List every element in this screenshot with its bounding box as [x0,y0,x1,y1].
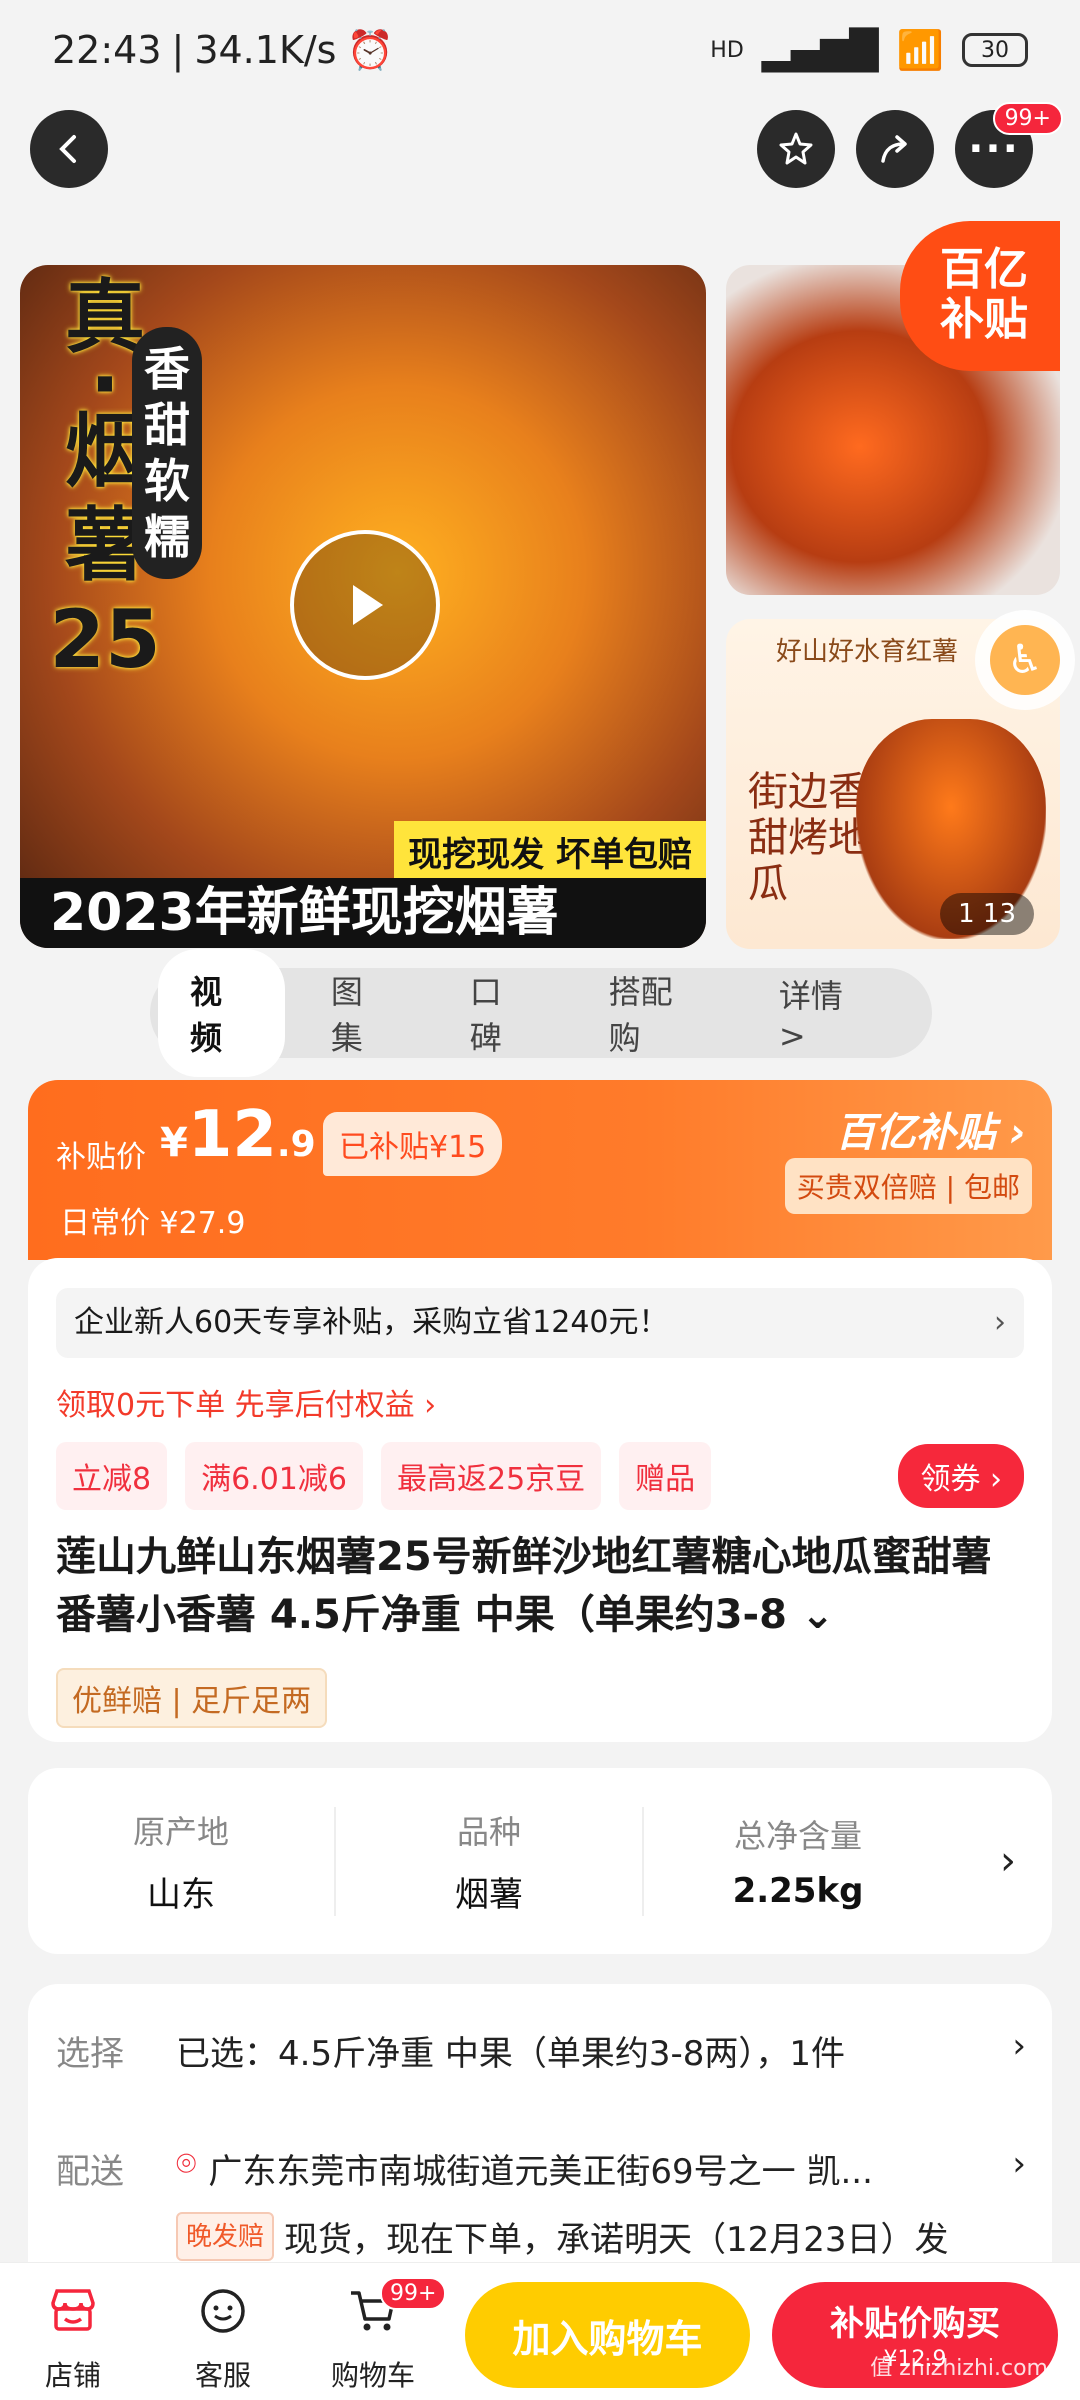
tab-reviews[interactable]: 口碑 [440,949,563,1077]
accessibility-button[interactable]: ♿ [975,610,1075,710]
enterprise-notice[interactable]: 企业新人60天专享补贴，采购立省1240元！ › [56,1288,1024,1358]
product-gallery[interactable]: 真 · 烟 薯 25 香 甜 软 糯 现挖现发 坏单包赔 2023年新鲜现挖烟薯… [20,221,1060,950]
attributes-card[interactable]: 原产地 山东 品种 烟薯 总净含量 2.25kg › [28,1768,1052,1954]
coupon-item[interactable]: 立减8 [56,1442,168,1510]
play-icon [353,585,383,625]
product-title[interactable]: 莲山九鲜山东烟薯25号新鲜沙地红薯糖心地瓜蜜甜薯番薯小香薯 4.5斤净重 中果（… [56,1528,1026,1644]
late-delivery-badge: 晚发赔 [176,2212,275,2261]
coupon-item[interactable]: 最高返25京豆 [380,1442,602,1510]
play-button[interactable] [290,530,440,680]
location-pin-icon: ⌾ [176,2144,197,2184]
price-label: 补贴价 [56,1140,146,1175]
signal-icon: ▂▄▆█ [761,28,879,72]
price-value: ¥12.9 [160,1098,316,1172]
subsidized-amount: 已补贴¥15 [323,1112,503,1176]
chevron-right-icon[interactable]: › [1000,1838,1016,1884]
subsidy-guarantee: 买贵双倍赔 | 包邮 [784,1158,1032,1214]
main-caption: 2023年新鲜现挖烟薯 [20,878,706,948]
subsidy-brand-link[interactable]: 百亿补贴 › [836,1100,1026,1158]
price-card: 补贴价 ¥12.9 已补贴¥15 日常价 ¥27.9 百亿补贴 › 买贵双倍赔 … [28,1080,1052,1260]
media-tabs: 视频 图集 口碑 搭配购 详情 > [150,949,932,1077]
attr-origin: 原产地 山东 [28,1806,336,1916]
main-tag: 香 甜 软 糯 [132,327,202,579]
cart-button[interactable]: 99+ 购物车 [318,2277,447,2394]
status-bar: 22:43 | 34.1K/s ⏰ HD ▂▄▆█ 📶 30 [0,0,1080,100]
daily-price: 日常价 ¥27.9 [60,1206,246,1241]
tab-gallery[interactable]: 图集 [301,949,424,1077]
chevron-right-icon: › [994,1305,1006,1340]
product-info-card: 企业新人60天专享补贴，采购立省1240元！ › 领取0元下单 先享后付权益 ›… [28,1258,1052,1742]
chevron-right-icon: › [1012,2144,1026,2184]
customer-service-button[interactable]: 客服 [168,2281,278,2394]
coupon-item[interactable]: 满6.01减6 [185,1442,363,1510]
chevron-right-icon: › [1012,2026,1026,2066]
select-row[interactable]: 选择 已选：4.5斤净重 中果（单果约3-8两），1件 › [56,2026,1026,2075]
main-promo-text: 现挖现发 坏单包赔 [394,821,706,882]
delivery-note: 晚发赔 现货，现在下单，承诺明天（12月23日）发 [176,2212,1036,2261]
more-badge: 99+ [992,102,1063,135]
coupon-list: 立减8 满6.01减6 最高返25京豆 赠品 [56,1442,712,1510]
credit-pay-link[interactable]: 领取0元下单 先享后付权益 › [56,1380,436,1424]
star-icon [779,132,813,165]
status-time: 22:43 [52,28,162,72]
main-video-image[interactable]: 真 · 烟 薯 25 香 甜 软 糯 现挖现发 坏单包赔 2023年新鲜现挖烟薯 [20,265,706,948]
chat-face-icon [201,2289,245,2333]
selection-card: 选择 已选：4.5斤净重 中果（单果约3-8两），1件 › 配送 ⌾ 广东东莞市… [28,1984,1052,2284]
coupon-item[interactable]: 赠品 [619,1442,712,1510]
tab-video[interactable]: 视频 [158,949,285,1077]
store-icon [51,2289,95,2331]
get-coupon-button[interactable]: 领券 › [898,1444,1024,1508]
add-to-cart-button[interactable]: 加入购物车 [465,2282,750,2388]
wifi-icon: 📶 [896,27,944,72]
accessibility-icon: ♿ [990,625,1060,695]
back-button[interactable] [30,110,108,188]
thumbnail-2-slogan: 街边香甜烤地瓜 [748,769,868,907]
buy-now-button[interactable]: 补贴价购买 ¥12.9 值 zhizhizhi.com [772,2282,1058,2388]
store-button[interactable]: 店铺 [18,2281,128,2394]
battery-icon: 30 [962,33,1028,67]
alarm-icon: ⏰ [346,27,394,72]
status-divider: | [171,28,185,72]
more-button[interactable]: ··· 99+ [955,102,1063,188]
image-counter: 1 13 [940,893,1034,935]
delivery-row[interactable]: 配送 ⌾ 广东东莞市南城街道元美正街69号之一 凯... › [56,2144,1026,2193]
attr-variety: 品种 烟薯 [336,1806,644,1916]
share-icon [881,135,907,163]
thumbnail-2-title: 好山好水育红薯 [776,637,959,667]
guarantee-badge[interactable]: 优鲜赔 | 足斤足两 [56,1668,328,1728]
back-arrow-icon [59,135,76,163]
share-button[interactable] [856,110,934,188]
hd-label: HD [710,37,744,63]
top-bar: ··· 99+ [0,102,1080,200]
tab-bundle[interactable]: 搭配购 [579,949,733,1077]
favorite-button[interactable] [757,110,835,188]
tab-details[interactable]: 详情 > [749,953,908,1073]
subsidy-corner-badge: 百亿补贴 [900,221,1060,371]
cart-badge: 99+ [380,2277,447,2310]
status-speed: 34.1K/s [194,28,337,72]
attr-net-weight: 总净含量 2.25kg [732,1817,864,1911]
watermark: 值 zhizhizhi.com [870,2356,1048,2381]
